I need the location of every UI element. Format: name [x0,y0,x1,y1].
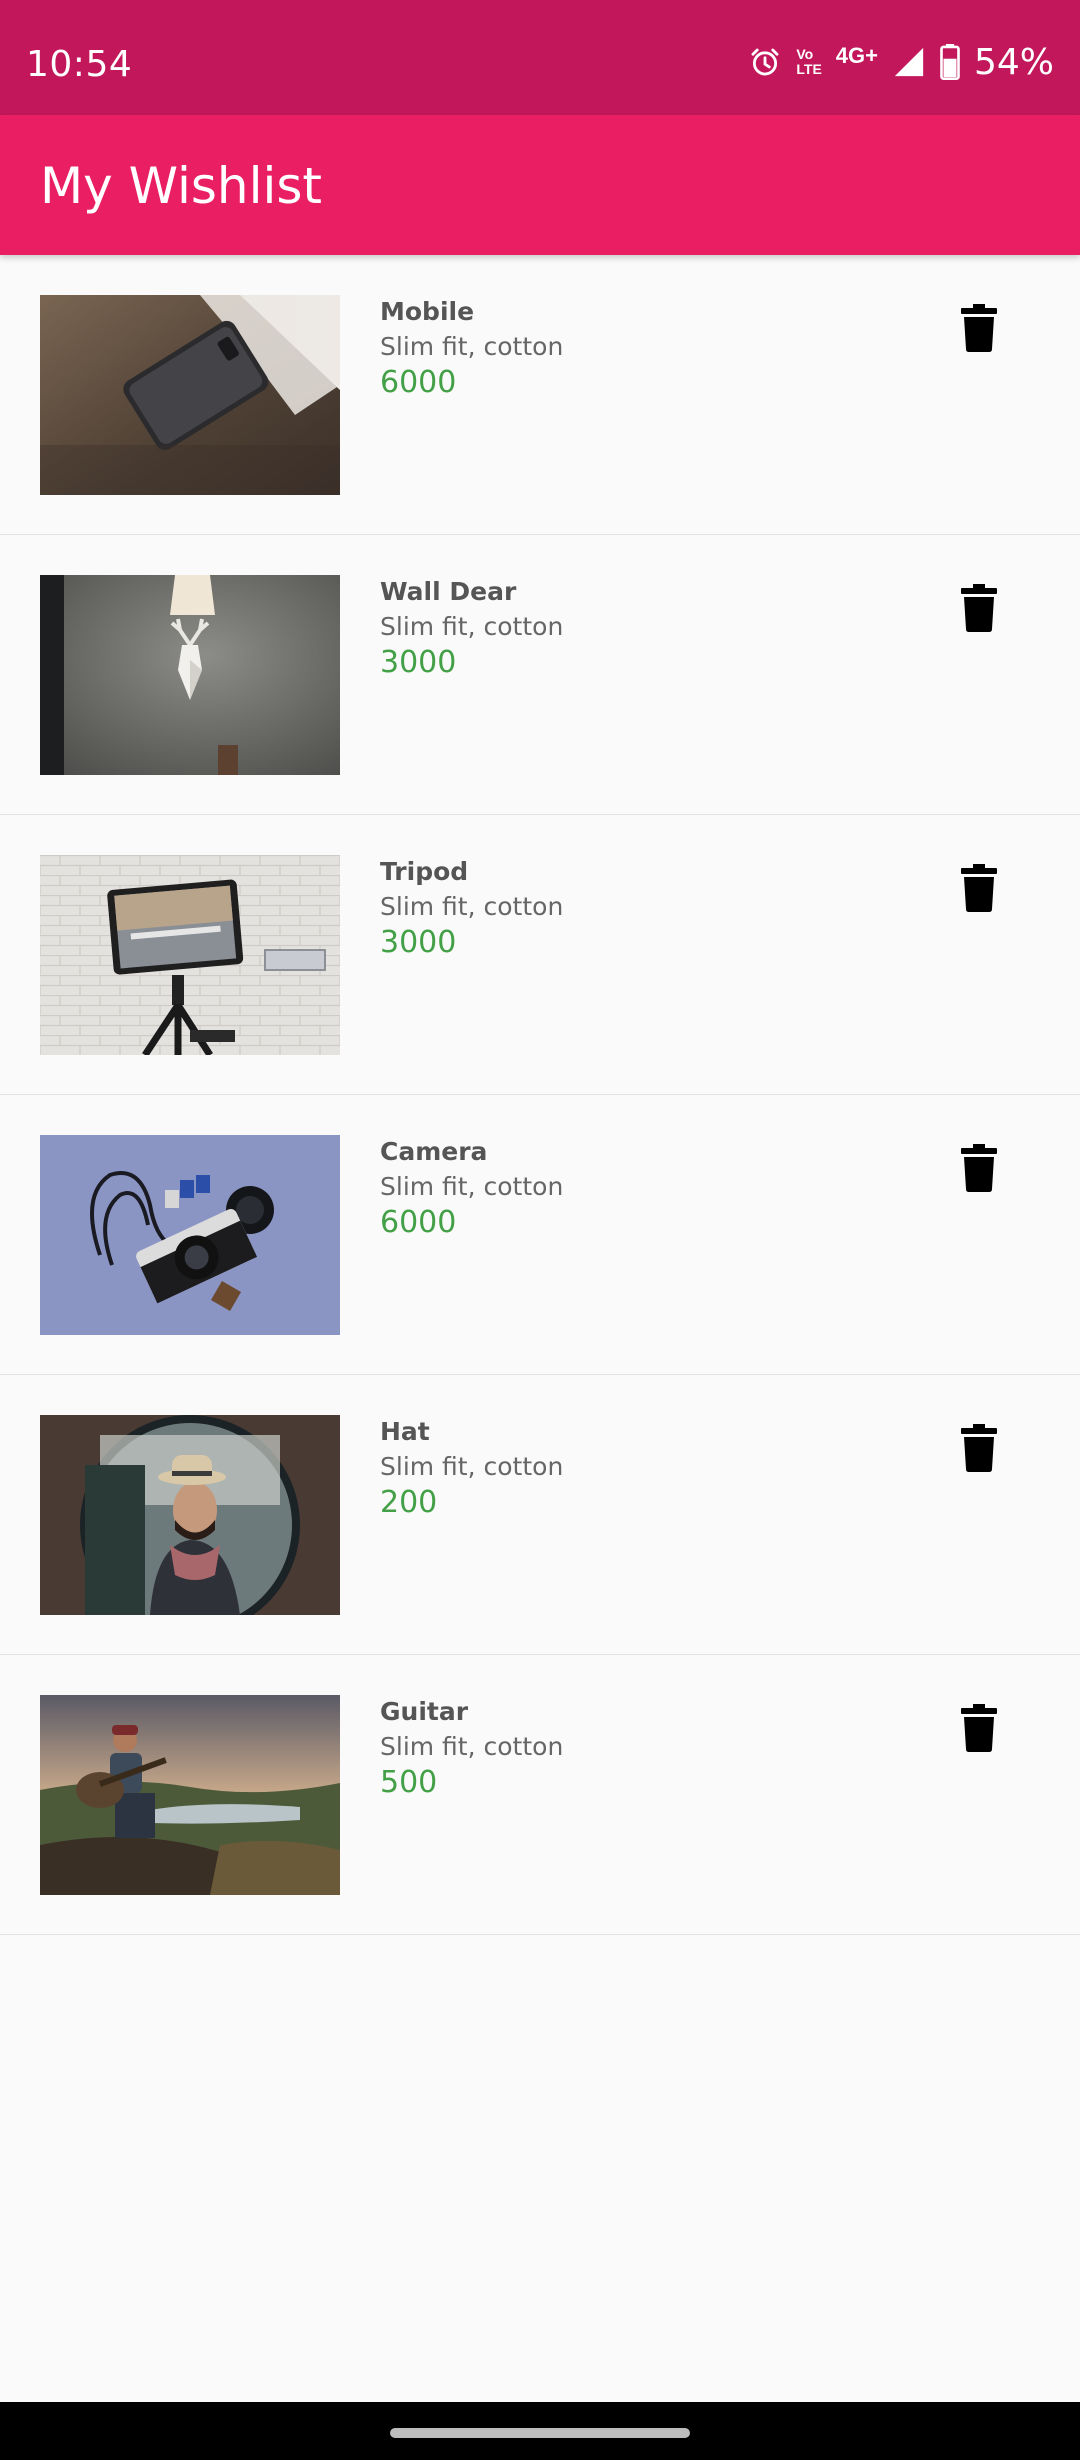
wishlist-screen: 10:54 Vo LTE 4G+ 54% My Wishlist Mobile … [0,0,1080,2460]
item-price: 6000 [380,365,457,400]
volte-top-label: Vo [796,46,814,62]
delete-button[interactable] [950,575,1008,641]
item-name: Wall Dear [380,577,517,606]
item-price: 3000 [380,645,457,680]
item-description: Slim fit, cotton [380,1452,564,1481]
item-name: Guitar [380,1697,469,1726]
item-description: Slim fit, cotton [380,1172,564,1201]
guitarist-landscape-photo [40,1695,340,1895]
deer-head-lamp-photo [40,575,340,775]
trash-icon [961,1704,997,1752]
delete-button[interactable] [950,1415,1008,1481]
list-item[interactable]: Tripod Slim fit, cotton 3000 [0,815,1080,1095]
list-item[interactable]: Camera Slim fit, cotton 6000 [0,1095,1080,1375]
alarm-icon [748,45,782,79]
battery-percent: 54% [973,41,1054,83]
trash-icon [961,1424,997,1472]
delete-button[interactable] [950,1695,1008,1761]
item-name: Tripod [380,857,469,886]
network-type: 4G+ [835,43,878,68]
volte-bottom-label: LTE [796,61,822,77]
delete-button[interactable] [950,855,1008,921]
trash-icon [961,864,997,912]
trash-icon [961,1144,997,1192]
item-description: Slim fit, cotton [380,332,564,361]
navigation-bar [0,2402,1080,2460]
item-description: Slim fit, cotton [380,1732,564,1761]
list-item[interactable]: Guitar Slim fit, cotton 500 [0,1655,1080,1935]
item-name: Hat [380,1417,430,1446]
wishlist: Mobile Slim fit, cotton 6000 Wall Dear S… [0,255,1080,1935]
list-item[interactable]: Mobile Slim fit, cotton 6000 [0,255,1080,535]
page-title: My Wishlist [40,157,323,215]
item-description: Slim fit, cotton [380,612,564,641]
item-price: 3000 [380,925,457,960]
item-price: 6000 [380,1205,457,1240]
status-time: 10:54 [26,44,133,85]
delete-button[interactable] [950,1135,1008,1201]
trash-icon [961,584,997,632]
list-item[interactable]: Hat Slim fit, cotton 200 [0,1375,1080,1655]
man-in-hat-photo [40,1415,340,1615]
item-description: Slim fit, cotton [380,892,564,921]
item-name: Camera [380,1137,488,1166]
item-name: Mobile [380,297,475,326]
list-item[interactable]: Wall Dear Slim fit, cotton 3000 [0,535,1080,815]
status-bar: 10:54 Vo LTE 4G+ 54% [0,0,1080,115]
item-price: 500 [380,1765,438,1800]
phone-on-table-photo [40,295,340,495]
tablet-on-tripod-photo [40,855,340,1055]
signal-icon [892,45,926,79]
volte-icon: Vo LTE [796,47,821,77]
delete-button[interactable] [950,295,1008,361]
battery-icon [940,44,960,80]
status-icons: Vo LTE 4G+ 54% [748,40,1054,84]
trash-icon [961,304,997,352]
home-gesture-handle[interactable] [390,2428,690,2438]
item-price: 200 [380,1485,438,1520]
camera-flatlay-photo [40,1135,340,1335]
app-bar: My Wishlist [0,115,1080,255]
